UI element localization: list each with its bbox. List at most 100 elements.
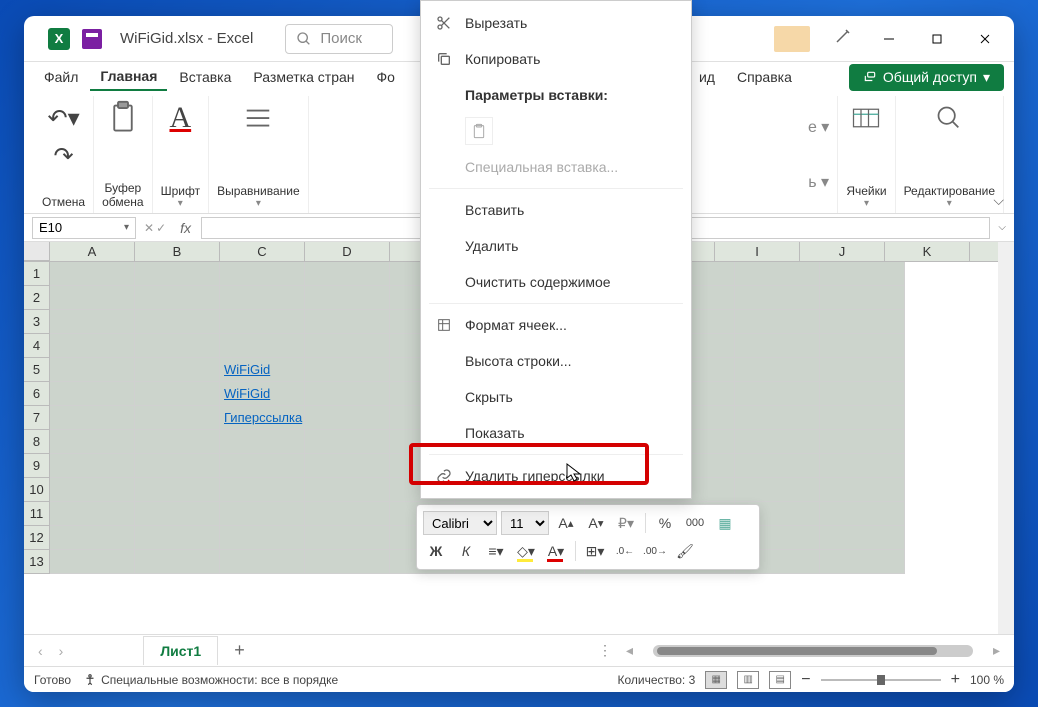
row-header[interactable]: 1 <box>24 262 50 286</box>
cell[interactable] <box>50 478 135 502</box>
tab-view-cut[interactable]: ид <box>689 64 725 90</box>
hscroll-left[interactable]: ◂ <box>622 638 637 663</box>
cell[interactable] <box>220 526 305 550</box>
undo-icon[interactable]: ↶▾ <box>46 100 82 136</box>
increase-decimal-icon[interactable]: .00→ <box>642 539 668 563</box>
cell[interactable] <box>820 262 905 286</box>
hscroll-right[interactable]: ▸ <box>989 638 1004 663</box>
ctx-copy[interactable]: Копировать <box>421 41 691 77</box>
ctx-delete[interactable]: Удалить <box>421 228 691 264</box>
vertical-scrollbar[interactable] <box>998 242 1014 634</box>
paste-option[interactable] <box>465 117 493 145</box>
cell[interactable] <box>220 430 305 454</box>
cell[interactable] <box>735 478 820 502</box>
view-break[interactable]: ▤ <box>769 671 791 689</box>
cell[interactable] <box>735 358 820 382</box>
align-icon[interactable]: ≡▾ <box>483 539 509 563</box>
cell[interactable] <box>50 502 135 526</box>
tab-file[interactable]: Файл <box>34 64 88 90</box>
cell[interactable] <box>305 334 390 358</box>
paste-icon[interactable] <box>105 100 141 136</box>
cell[interactable] <box>820 382 905 406</box>
cell[interactable] <box>50 406 135 430</box>
cell[interactable] <box>220 502 305 526</box>
cell[interactable] <box>820 502 905 526</box>
row-header[interactable]: 2 <box>24 286 50 310</box>
row-header[interactable]: 3 <box>24 310 50 334</box>
cell[interactable] <box>820 454 905 478</box>
tab-home[interactable]: Главная <box>90 63 167 91</box>
cell[interactable]: WiFiGid <box>220 358 305 382</box>
cell[interactable] <box>305 310 390 334</box>
cell[interactable] <box>305 454 390 478</box>
cell[interactable] <box>305 382 390 406</box>
row-header[interactable]: 10 <box>24 478 50 502</box>
add-sheet-button[interactable]: + <box>226 636 253 665</box>
sheet-options[interactable]: ⋮ <box>598 642 614 659</box>
cell[interactable] <box>135 286 220 310</box>
cell[interactable] <box>135 262 220 286</box>
minimize-button[interactable] <box>866 16 912 62</box>
view-normal[interactable]: ▦ <box>705 671 727 689</box>
cell[interactable] <box>820 334 905 358</box>
cell[interactable] <box>820 358 905 382</box>
cell[interactable] <box>220 310 305 334</box>
tab-layout[interactable]: Разметка стран <box>243 64 364 90</box>
cell[interactable] <box>735 286 820 310</box>
cell[interactable] <box>135 454 220 478</box>
tab-insert[interactable]: Вставка <box>169 64 241 90</box>
cell[interactable]: WiFiGid <box>220 382 305 406</box>
cell[interactable] <box>305 502 390 526</box>
cell[interactable] <box>135 406 220 430</box>
row-header[interactable]: 12 <box>24 526 50 550</box>
row-header[interactable]: 7 <box>24 406 50 430</box>
cell[interactable] <box>50 262 135 286</box>
col-header[interactable]: B <box>135 242 220 261</box>
search-box[interactable]: Поиск <box>285 24 393 54</box>
horizontal-scrollbar[interactable] <box>653 645 973 657</box>
col-header[interactable]: K <box>885 242 970 261</box>
font-select[interactable]: Calibri <box>423 511 497 535</box>
ctx-insert[interactable]: Вставить <box>421 192 691 228</box>
cell[interactable] <box>305 550 390 574</box>
cell[interactable] <box>220 454 305 478</box>
ctx-remove-hyperlinks[interactable]: Удалить гиперссылки <box>421 458 691 494</box>
zoom-in[interactable]: + <box>951 671 960 689</box>
user-badge[interactable] <box>774 26 810 52</box>
cell[interactable] <box>735 310 820 334</box>
format-painter2-icon[interactable]: 🖌 <box>672 539 698 563</box>
sheet-nav-prev[interactable]: ‹ <box>34 639 47 663</box>
fx-label[interactable]: fx <box>180 220 191 236</box>
cell[interactable] <box>305 262 390 286</box>
ctx-hide[interactable]: Скрыть <box>421 379 691 415</box>
cell[interactable] <box>820 310 905 334</box>
cancel-icon[interactable]: ✕ <box>144 221 154 235</box>
cell[interactable] <box>50 430 135 454</box>
ctx-format-cells[interactable]: Формат ячеек... <box>421 307 691 343</box>
cell[interactable] <box>135 550 220 574</box>
search-icon[interactable] <box>931 100 967 136</box>
cell[interactable] <box>220 286 305 310</box>
ctx-clear[interactable]: Очистить содержимое <box>421 264 691 300</box>
cell[interactable] <box>220 550 305 574</box>
cell[interactable] <box>820 550 905 574</box>
cell[interactable] <box>135 526 220 550</box>
cell[interactable] <box>50 526 135 550</box>
cell[interactable] <box>50 550 135 574</box>
cell[interactable] <box>135 502 220 526</box>
cell[interactable] <box>50 310 135 334</box>
ctx-row-height[interactable]: Высота строки... <box>421 343 691 379</box>
cell[interactable] <box>820 406 905 430</box>
cell[interactable] <box>50 358 135 382</box>
cell[interactable] <box>135 478 220 502</box>
row-header[interactable]: 13 <box>24 550 50 574</box>
align-icon[interactable] <box>240 100 276 136</box>
cell[interactable] <box>305 526 390 550</box>
italic-button[interactable]: К <box>453 539 479 563</box>
row-header[interactable]: 8 <box>24 430 50 454</box>
percent-icon[interactable]: % <box>652 511 678 535</box>
row-header[interactable]: 9 <box>24 454 50 478</box>
save-icon[interactable] <box>82 29 102 49</box>
tab-help[interactable]: Справка <box>727 64 802 90</box>
cell[interactable] <box>220 478 305 502</box>
